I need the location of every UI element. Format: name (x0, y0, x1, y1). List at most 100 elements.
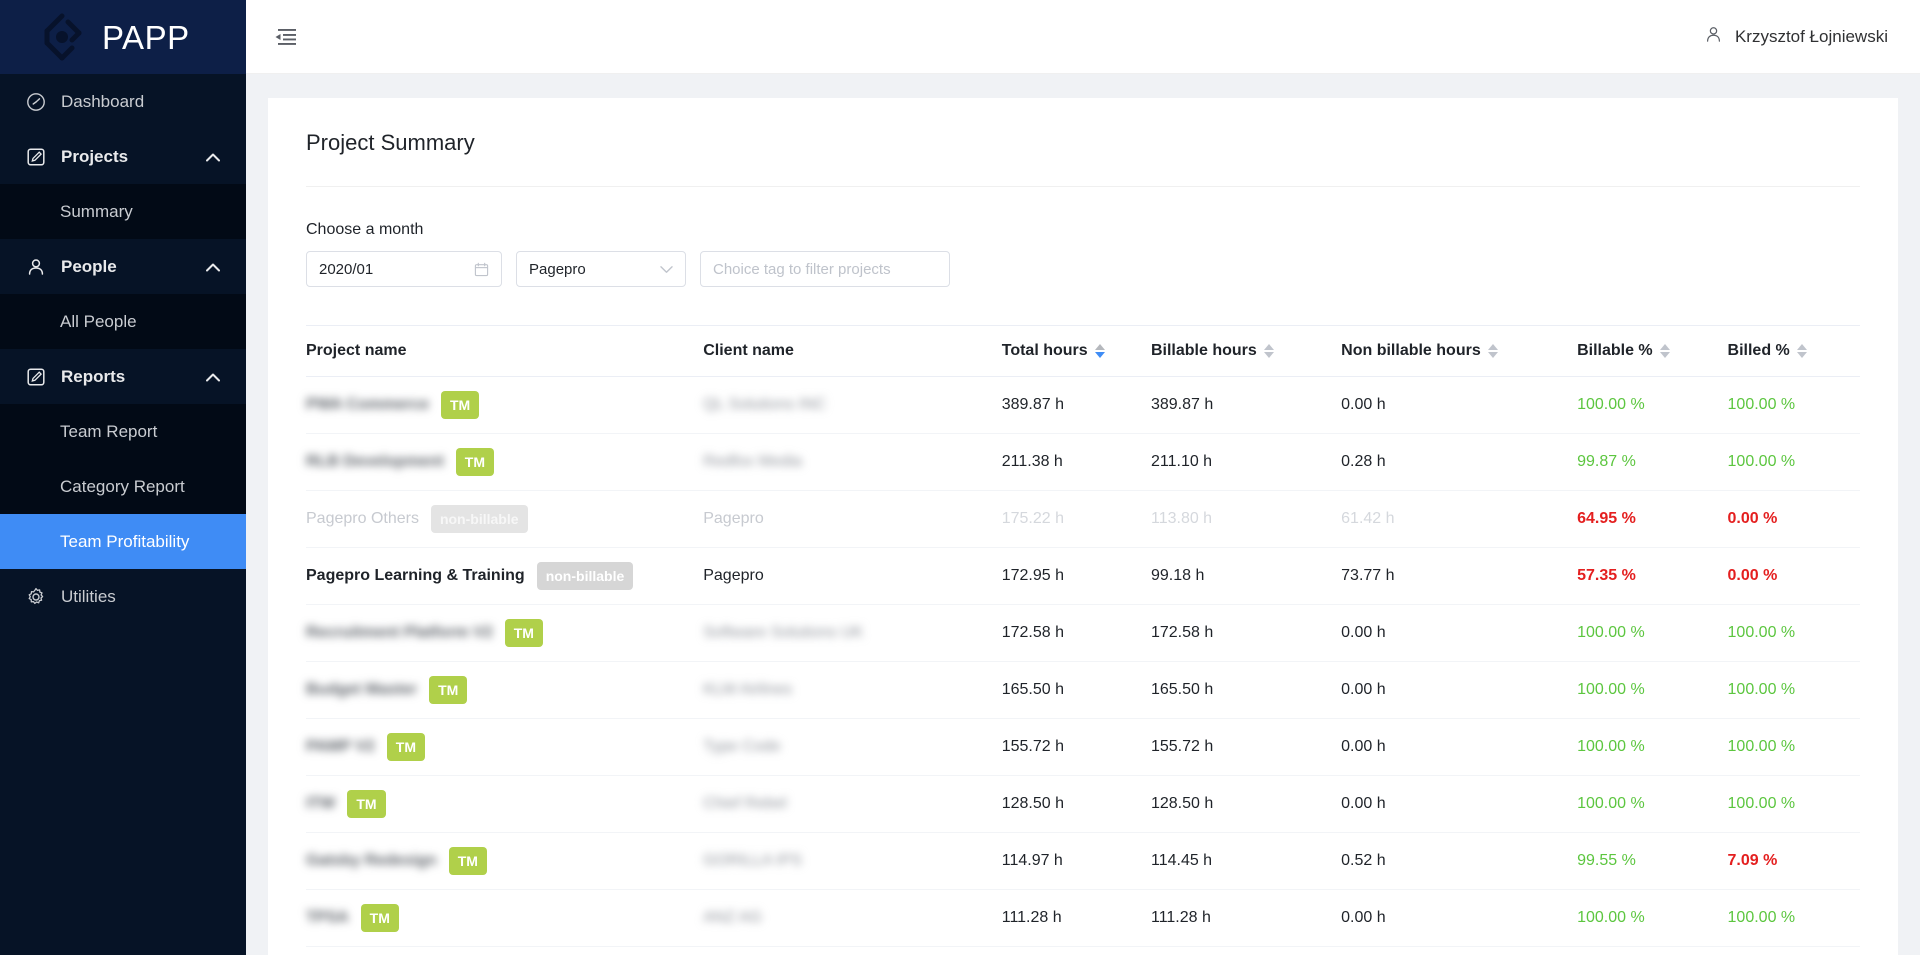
sidebar-item-team-report[interactable]: Team Report (0, 404, 246, 459)
sidebar: PAPP Dashboard Projects Summary People A… (0, 0, 246, 955)
table-header: Project name Client name Total hours Bil… (306, 325, 1860, 377)
sidebar-item-label: Reports (61, 366, 126, 386)
billed-pct-value: 100.00 % (1727, 909, 1796, 926)
cell-billable-hours: 111.28 h (1150, 889, 1342, 947)
menu-fold-icon[interactable] (272, 24, 298, 50)
table-row[interactable]: Budget Master TM KLM Airlines 165.50 h 165.5… (306, 661, 1860, 719)
table-row[interactable]: Pagepro Others non-billable Pagepro 175.22 … (306, 490, 1860, 548)
cell-billed-pct: 100.00 % (1727, 604, 1860, 662)
project-type-badge: TM (504, 619, 543, 647)
column-header-billed-pct[interactable]: Billed % (1727, 325, 1860, 377)
content-scroll-area[interactable]: Project Summary Choose a month 2020/01 P… (246, 74, 1920, 955)
client-select[interactable]: Pagepro (516, 251, 686, 287)
sidebar-item-label: Dashboard (61, 91, 145, 111)
sidebar-item-reports[interactable]: Reports (0, 349, 246, 404)
tag-filter-input[interactable]: Choice tag to filter projects (700, 251, 950, 287)
column-label: Billed % (1727, 342, 1790, 359)
sidebar-item-team-profitability[interactable]: Team Profitability (0, 514, 246, 569)
cell-billable-hours: 172.58 h (1150, 604, 1342, 662)
cell-non-billable-hours: 0.00 h (1341, 718, 1578, 776)
table-row[interactable]: PAMP V2 TM Type Code 155.72 h 155.72 h 0.00 h… (306, 718, 1860, 776)
brand-logo[interactable]: PAPP (0, 0, 246, 74)
table-row[interactable]: Pagepro Websitenon-billablePagepro90.58 … (306, 946, 1860, 955)
project-type-badge: TM (386, 733, 425, 761)
cell-billable-pct: 99.55 % (1577, 832, 1728, 890)
client-name: Pagepro (703, 510, 764, 527)
project-name: Pagepro Learning & Training (306, 567, 525, 584)
cell-billable-pct: 64.95 % (1577, 490, 1728, 548)
month-picker[interactable]: 2020/01 (306, 251, 502, 287)
cell-total-hours: 175.22 h (1001, 490, 1151, 548)
project-type-badge: TM (455, 448, 495, 476)
sort-toggle-non-billable-hours[interactable] (1487, 344, 1498, 358)
cell-billed-pct: 100.00 % (1727, 661, 1860, 719)
billable-pct-value: 64.95 % (1577, 510, 1636, 527)
cell-total-hours: 172.58 h (1001, 604, 1151, 662)
billed-pct-value: 0.00 % (1727, 567, 1778, 584)
cell-project-name: PAMP V2 TM (306, 718, 704, 776)
column-header-client-name: Client name (703, 325, 1002, 377)
cell-project-name: ITW TM (306, 775, 704, 833)
cell-billed-pct: 100.00 % (1727, 775, 1860, 833)
project-name: TPSA (306, 909, 349, 926)
sidebar-item-label: Summary (60, 201, 133, 221)
billed-pct-value: 100.00 % (1727, 681, 1796, 698)
client-name: Pagepro (703, 567, 764, 584)
cell-non-billable-hours: 0.00 h (1341, 889, 1578, 947)
cell-billable-hours: 114.45 h (1150, 832, 1342, 890)
cell-billed-pct: 7.09 % (1727, 832, 1860, 890)
sidebar-item-all-people[interactable]: All People (0, 294, 246, 349)
cell-billable-hours: 113.80 h (1150, 490, 1342, 548)
cell-billed-pct: 0.00 % (1727, 547, 1860, 605)
user-icon (1704, 25, 1723, 49)
project-type-badge: TM (441, 391, 480, 419)
sidebar-item-category-report[interactable]: Category Report (0, 459, 246, 514)
billed-pct-value: 100.00 % (1727, 396, 1796, 413)
table-row[interactable]: Gatsby Redesign TM GORILLA IPS 114.97 h 114.… (306, 832, 1860, 890)
user-menu[interactable]: Krzysztof Łojniewski (1704, 25, 1894, 49)
sidebar-item-dashboard[interactable]: Dashboard (0, 74, 246, 129)
cell-billable-hours: 155.72 h (1150, 718, 1342, 776)
cell-billable-pct: 100.00 % (1577, 775, 1728, 833)
sort-toggle-billable-pct[interactable] (1659, 344, 1670, 358)
column-header-billable-hours[interactable]: Billable hours (1150, 325, 1342, 377)
table-row[interactable]: ITW TM Chief Rebel 128.50 h 128.50 h 0.00 h 10… (306, 775, 1860, 833)
cell-billable-pct: 100.00 % (1577, 604, 1728, 662)
page-title: Project Summary (306, 98, 1860, 187)
sort-toggle-total-hours[interactable] (1094, 344, 1105, 358)
client-name: Software Solutions UK (703, 624, 864, 641)
table-row[interactable]: Recruitment Platform V2 TM Software Soluti… (306, 604, 1860, 662)
table-row[interactable]: TPSA TM ANZ AG 111.28 h 111.28 h 0.00 h 100.00… (306, 889, 1860, 947)
cell-client-name: Software Solutions UK (703, 604, 1002, 662)
column-header-non-billable-hours[interactable]: Non billable hours (1341, 325, 1578, 377)
sort-toggle-billable-hours[interactable] (1263, 344, 1274, 358)
project-type-badge: TM (429, 676, 468, 704)
cell-billable-hours: 128.50 h (1150, 775, 1342, 833)
table-row[interactable]: PWA Commerce TM QL Solutions INC 389.87 h 38… (306, 376, 1860, 434)
column-label: Billable % (1577, 342, 1653, 359)
table-row[interactable]: RLB Development TM Redfox Media 211.38 h 211… (306, 433, 1860, 491)
client-name: QL Solutions INC (703, 396, 827, 413)
project-name: Recruitment Platform V2 (306, 624, 493, 641)
column-header-total-hours[interactable]: Total hours (1001, 325, 1151, 377)
cell-non-billable-hours: 0.28 h (1341, 433, 1578, 491)
main-area: Krzysztof Łojniewski Project Summary Cho… (246, 0, 1920, 955)
cell-project-name: Pagepro Others non-billable (306, 490, 704, 548)
sidebar-item-summary[interactable]: Summary (0, 184, 246, 239)
sidebar-item-projects[interactable]: Projects (0, 129, 246, 184)
sidebar-item-utilities[interactable]: Utilities (0, 569, 246, 624)
column-header-billable-pct[interactable]: Billable % (1577, 325, 1728, 377)
project-type-badge: TM (448, 847, 487, 875)
sort-toggle-billed-pct[interactable] (1796, 344, 1807, 358)
sidebar-item-label: People (61, 256, 117, 276)
table-header-row: Project name Client name Total hours Bil… (306, 325, 1860, 377)
top-bar: Krzysztof Łojniewski (246, 0, 1920, 74)
cell-billable-pct: 100.00 % (1577, 718, 1728, 776)
project-name: PAMP V2 (306, 738, 375, 755)
cell-client-name: Redfox Media (703, 433, 1002, 491)
cell-client-name: Pagepro (703, 547, 1002, 605)
people-icon (25, 256, 47, 278)
table-row[interactable]: Pagepro Learning & Training non-billable P… (306, 547, 1860, 605)
sidebar-item-people[interactable]: People (0, 239, 246, 294)
cell-billed-pct: 100.00 % (1727, 433, 1860, 491)
